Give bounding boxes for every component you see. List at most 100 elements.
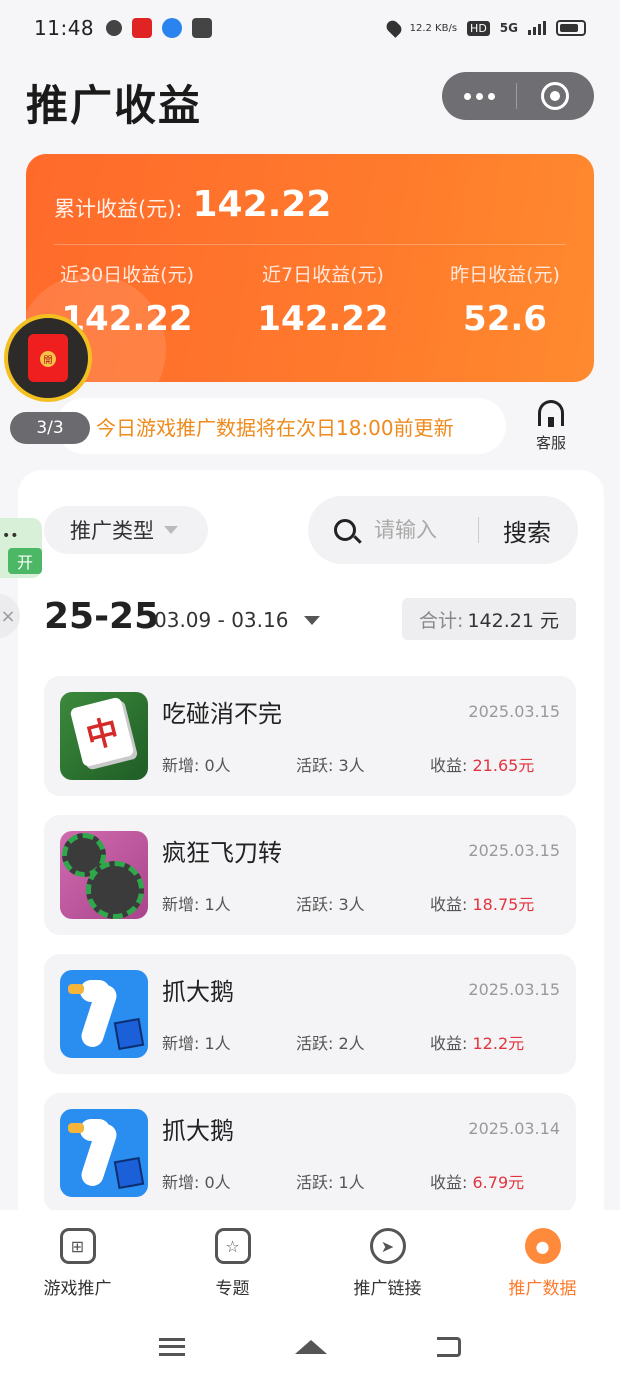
game-active-users: 活跃: 2人 (296, 1034, 365, 1053)
mail-status-icon (192, 18, 213, 38)
game-new-users: 新增: 1人 (162, 1034, 231, 1053)
promotion-type-dropdown[interactable]: 推广类型 (44, 506, 208, 554)
stat-value: 52.6 (463, 299, 547, 339)
red-packet-button[interactable]: 開 (4, 314, 92, 402)
total-earnings-label: 累计收益(元): (54, 197, 183, 221)
tab-promotion-data[interactable]: ● 推广数据 (465, 1210, 620, 1312)
stat-label: 近7日收益(元) (262, 264, 384, 286)
mini-program-capsule[interactable] (442, 72, 594, 120)
send-icon: ➤ (369, 1228, 406, 1264)
game-active-users: 活跃: 3人 (296, 756, 365, 775)
menu-icon[interactable] (159, 1338, 185, 1356)
game-earnings-value: 21.65元 (472, 756, 535, 775)
data-icon: ● (524, 1228, 561, 1264)
game-name: 抓大鹅 (162, 978, 234, 1006)
location-icon (383, 18, 404, 38)
customer-service-label: 客服 (535, 434, 566, 452)
mahjong-icon: 中 (60, 692, 148, 780)
network-label: 5G (499, 21, 518, 35)
list-item[interactable]: 抓大鹅 2025.03.15 新增: 1人 活跃: 2人 收益: 12.2元 (44, 954, 576, 1074)
tab-label: 游戏推广 (43, 1279, 112, 1299)
divider (54, 244, 566, 245)
promotion-type-label: 推广类型 (70, 519, 154, 543)
more-dots-icon: •• (2, 528, 19, 544)
hd-icon: HD (467, 20, 490, 36)
side-widget-label: 开 (8, 548, 42, 574)
game-name: 疯狂飞刀转 (162, 839, 282, 867)
side-float-widget[interactable]: •• 开 (0, 518, 42, 578)
game-earnings: 收益: 21.65元 (430, 756, 535, 775)
settings-status-icon (106, 20, 123, 36)
system-nav-bar (0, 1312, 620, 1382)
stat-label: 昨日收益(元) (450, 264, 560, 286)
red-packet-count: 3/3 (10, 412, 90, 444)
back-icon[interactable] (437, 1337, 461, 1357)
signal-icon (528, 21, 546, 35)
total-earnings-value: 142.22 (192, 184, 332, 225)
close-program-icon[interactable] (517, 82, 593, 110)
knife-game-icon (60, 831, 148, 919)
browser-status-icon (162, 18, 183, 38)
game-new-users: 新增: 1人 (162, 895, 231, 914)
game-earnings-value: 18.75元 (472, 895, 535, 914)
game-date: 2025.03.15 (468, 980, 560, 999)
bottom-tab-bar: ⊞ 游戏推广 ☆ 专题 ➤ 推广链接 ● 推广数据 (0, 1210, 620, 1312)
list-item[interactable]: 抓大鹅 2025.03.14 新增: 0人 活跃: 1人 收益: 6.79元 (44, 1093, 576, 1213)
game-name: 抓大鹅 (162, 1117, 234, 1145)
game-date: 2025.03.15 (468, 702, 560, 721)
chevron-down-icon (164, 526, 178, 534)
tab-label: 推广链接 (353, 1279, 422, 1299)
tab-topics[interactable]: ☆ 专题 (155, 1210, 310, 1312)
stat-label: 近30日收益(元) (59, 264, 194, 286)
game-earnings-value: 6.79元 (472, 1173, 525, 1192)
search-icon (334, 519, 356, 541)
search-button[interactable]: 搜索 (503, 513, 551, 548)
home-icon[interactable] (295, 1340, 327, 1354)
search-input[interactable] (374, 518, 474, 542)
date-range-year: 25-25 (44, 596, 160, 637)
total-sum: 合计: 142.21 元 (402, 598, 576, 640)
game-earnings-value: 12.2元 (472, 1034, 525, 1053)
game-new-users: 新增: 0人 (162, 756, 231, 775)
more-icon[interactable] (442, 92, 516, 100)
data-panel: 推广类型 搜索 25-25 03.09 - 03.16 合计: 142.21 元… (18, 470, 604, 1230)
status-bar: 11:48 12.2 KB/s HD 5G (0, 0, 620, 56)
page-title: 推广收益 (26, 81, 203, 130)
goose-game-icon (60, 1109, 148, 1197)
game-date: 2025.03.15 (468, 841, 560, 860)
game-name: 吃碰消不完 (162, 700, 282, 728)
total-sum-label: 合计: (419, 609, 464, 632)
list-item[interactable]: 疯狂飞刀转 2025.03.15 新增: 1人 活跃: 3人 收益: 18.75… (44, 815, 576, 935)
stat-value: 142.22 (257, 299, 389, 339)
game-earnings: 收益: 6.79元 (430, 1173, 525, 1192)
side-close-button[interactable]: × (0, 594, 20, 638)
update-notice: ♪ 今日游戏推广数据将在次日18:00前更新 (56, 398, 506, 454)
game-earnings: 收益: 12.2元 (430, 1034, 525, 1053)
headset-icon (538, 400, 564, 427)
tab-promotion-link[interactable]: ➤ 推广链接 (310, 1210, 465, 1312)
customer-service-button[interactable]: 客服 (526, 400, 576, 453)
stat-yesterday: 昨日收益(元) 52.6 (440, 260, 570, 339)
list-item[interactable]: 中 吃碰消不完 2025.03.15 新增: 0人 活跃: 3人 收益: 21.… (44, 676, 576, 796)
red-envelope-icon: 開 (28, 334, 68, 382)
date-range-picker[interactable]: 03.09 - 03.16 (154, 608, 288, 632)
game-new-users: 新增: 0人 (162, 1173, 231, 1192)
tab-game-promotion[interactable]: ⊞ 游戏推广 (0, 1210, 155, 1312)
star-icon: ☆ (214, 1228, 251, 1264)
tab-label: 专题 (215, 1279, 250, 1299)
game-active-users: 活跃: 1人 (296, 1173, 365, 1192)
battery-icon (556, 20, 586, 36)
game-date: 2025.03.14 (468, 1119, 560, 1138)
total-earnings: 累计收益(元): 142.22 (54, 184, 331, 225)
red-envelope-glyph: 開 (40, 351, 56, 367)
tab-label: 推广数据 (508, 1279, 577, 1299)
gamepad-icon: ⊞ (59, 1228, 96, 1264)
stat-7-days: 近7日收益(元) 142.22 (248, 260, 398, 339)
game-active-users: 活跃: 3人 (296, 895, 365, 914)
app-status-icon (132, 18, 153, 38)
status-time: 11:48 (34, 16, 95, 40)
game-earnings: 收益: 18.75元 (430, 895, 535, 914)
goose-game-icon (60, 970, 148, 1058)
total-sum-value: 142.21 元 (467, 609, 559, 632)
date-range-caret-icon[interactable] (304, 616, 320, 625)
